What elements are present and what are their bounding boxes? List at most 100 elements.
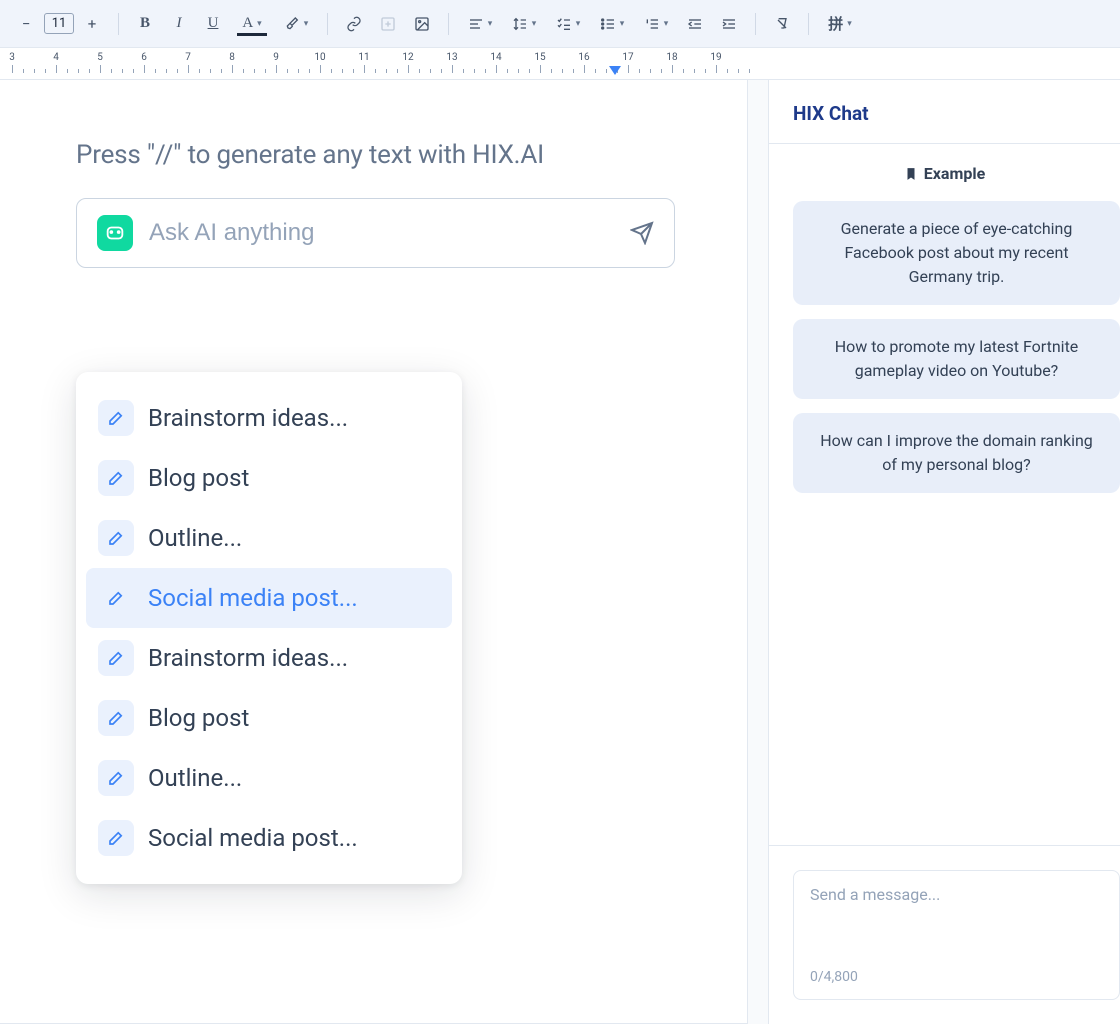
italic-button[interactable]: I bbox=[163, 8, 195, 40]
indent-decrease-button[interactable] bbox=[679, 8, 711, 40]
suggestion-label: Social media post... bbox=[148, 824, 358, 852]
image-insert-button[interactable] bbox=[372, 8, 404, 40]
pencil-icon bbox=[98, 520, 134, 556]
ruler-number: 14 bbox=[490, 52, 501, 63]
separator bbox=[808, 13, 809, 35]
suggestion-item[interactable]: Blog post bbox=[86, 448, 452, 508]
ruler-tab-marker[interactable] bbox=[609, 66, 621, 76]
pinyin-button[interactable]: 拼▾ bbox=[819, 8, 861, 40]
image-icon bbox=[414, 16, 430, 32]
suggestion-item[interactable]: Blog post bbox=[86, 688, 452, 748]
font-size-input[interactable]: 11 bbox=[44, 13, 74, 34]
underline-button[interactable]: U bbox=[197, 8, 229, 40]
checklist-button[interactable]: ▾ bbox=[547, 8, 589, 40]
highlight-button[interactable]: ▾ bbox=[275, 8, 317, 40]
line-spacing-icon bbox=[512, 16, 528, 32]
ruler-number: 10 bbox=[314, 52, 325, 63]
bullet-list-icon bbox=[600, 16, 616, 32]
suggestion-label: Blog post bbox=[148, 704, 249, 732]
separator bbox=[118, 13, 119, 35]
separator bbox=[448, 13, 449, 35]
char-count: 0/4,800 bbox=[810, 969, 1103, 985]
chat-title: HIX Chat bbox=[793, 102, 1096, 125]
ruler: 345678910111213141516171819 bbox=[0, 48, 1120, 80]
chat-textarea-container: 0/4,800 bbox=[793, 870, 1120, 1000]
bookmark-icon bbox=[904, 167, 918, 181]
checklist-icon bbox=[556, 16, 572, 32]
indent-increase-icon bbox=[721, 16, 737, 32]
ruler-number: 8 bbox=[229, 52, 235, 63]
document-area: Press "//" to generate any text with HIX… bbox=[0, 80, 768, 1024]
suggestion-item[interactable]: Outline... bbox=[86, 748, 452, 808]
indent-decrease-icon bbox=[687, 16, 703, 32]
numbered-list-button[interactable]: ▾ bbox=[635, 8, 677, 40]
link-button[interactable] bbox=[338, 8, 370, 40]
suggestion-item[interactable]: Outline... bbox=[86, 508, 452, 568]
ruler-number: 19 bbox=[710, 52, 721, 63]
bold-button[interactable]: B bbox=[129, 8, 161, 40]
ruler-number: 12 bbox=[402, 52, 413, 63]
suggestion-label: Brainstorm ideas... bbox=[148, 404, 348, 432]
ruler-number: 6 bbox=[141, 52, 147, 63]
ruler-number: 18 bbox=[666, 52, 677, 63]
font-decrease-button[interactable]: − bbox=[10, 8, 42, 40]
image-button[interactable] bbox=[406, 8, 438, 40]
pencil-icon bbox=[98, 700, 134, 736]
paper-plane-icon bbox=[630, 221, 654, 245]
editor-hint: Press "//" to generate any text with HIX… bbox=[76, 140, 675, 170]
formatting-toolbar: − 11 + B I U A▾ ▾ ▾ ▾ ▾ ▾ ▾ bbox=[0, 0, 1120, 48]
pencil-icon bbox=[98, 640, 134, 676]
bullet-list-button[interactable]: ▾ bbox=[591, 8, 633, 40]
ai-bot-icon bbox=[97, 215, 133, 251]
image-plus-icon bbox=[380, 16, 396, 32]
ruler-number: 17 bbox=[622, 52, 633, 63]
suggestion-label: Social media post... bbox=[148, 584, 358, 612]
ruler-number: 13 bbox=[446, 52, 457, 63]
numbered-list-icon bbox=[644, 16, 660, 32]
pencil-icon bbox=[98, 760, 134, 796]
chat-header: HIX Chat bbox=[769, 80, 1120, 144]
pencil-icon bbox=[98, 580, 134, 616]
ruler-number: 4 bbox=[53, 52, 59, 63]
suggestion-item[interactable]: Brainstorm ideas... bbox=[86, 628, 452, 688]
line-spacing-button[interactable]: ▾ bbox=[503, 8, 545, 40]
suggestion-label: Outline... bbox=[148, 764, 242, 792]
ruler-number: 7 bbox=[185, 52, 191, 63]
example-prompt-card[interactable]: How can I improve the domain ranking of … bbox=[793, 413, 1120, 493]
chat-panel: HIX Chat Example Generate a piece of eye… bbox=[768, 80, 1120, 1024]
suggestion-item[interactable]: Social media post... bbox=[86, 568, 452, 628]
suggestion-item[interactable]: Brainstorm ideas... bbox=[86, 388, 452, 448]
ai-prompt-input[interactable] bbox=[149, 219, 614, 247]
font-increase-button[interactable]: + bbox=[76, 8, 108, 40]
ruler-number: 3 bbox=[9, 52, 15, 63]
separator bbox=[755, 13, 756, 35]
pencil-icon bbox=[98, 400, 134, 436]
chat-input-area: 0/4,800 bbox=[769, 845, 1120, 1024]
suggestion-label: Outline... bbox=[148, 524, 242, 552]
link-icon bbox=[346, 16, 362, 32]
pencil-icon bbox=[98, 460, 134, 496]
align-button[interactable]: ▾ bbox=[459, 8, 501, 40]
ai-input-container bbox=[76, 198, 675, 268]
example-heading: Example bbox=[793, 164, 1120, 183]
chat-body: Example Generate a piece of eye-catching… bbox=[769, 144, 1120, 845]
send-button[interactable] bbox=[630, 221, 654, 245]
ruler-number: 9 bbox=[273, 52, 279, 63]
workspace: Press "//" to generate any text with HIX… bbox=[0, 80, 1120, 1024]
ruler-number: 11 bbox=[358, 52, 369, 63]
align-left-icon bbox=[468, 16, 484, 32]
suggestion-label: Blog post bbox=[148, 464, 249, 492]
separator bbox=[327, 13, 328, 35]
clear-formatting-button[interactable] bbox=[766, 8, 798, 40]
chat-message-input[interactable] bbox=[810, 885, 1103, 942]
highlighter-icon bbox=[284, 16, 300, 32]
suggestion-item[interactable]: Social media post... bbox=[86, 808, 452, 868]
ruler-number: 15 bbox=[534, 52, 545, 63]
example-prompt-card[interactable]: Generate a piece of eye-catching Faceboo… bbox=[793, 201, 1120, 305]
example-prompt-card[interactable]: How to promote my latest Fortnite gamepl… bbox=[793, 319, 1120, 399]
document-page[interactable]: Press "//" to generate any text with HIX… bbox=[0, 80, 748, 1024]
ruler-number: 5 bbox=[97, 52, 103, 63]
indent-increase-button[interactable] bbox=[713, 8, 745, 40]
pencil-icon bbox=[98, 820, 134, 856]
text-color-button[interactable]: A▾ bbox=[231, 8, 273, 40]
